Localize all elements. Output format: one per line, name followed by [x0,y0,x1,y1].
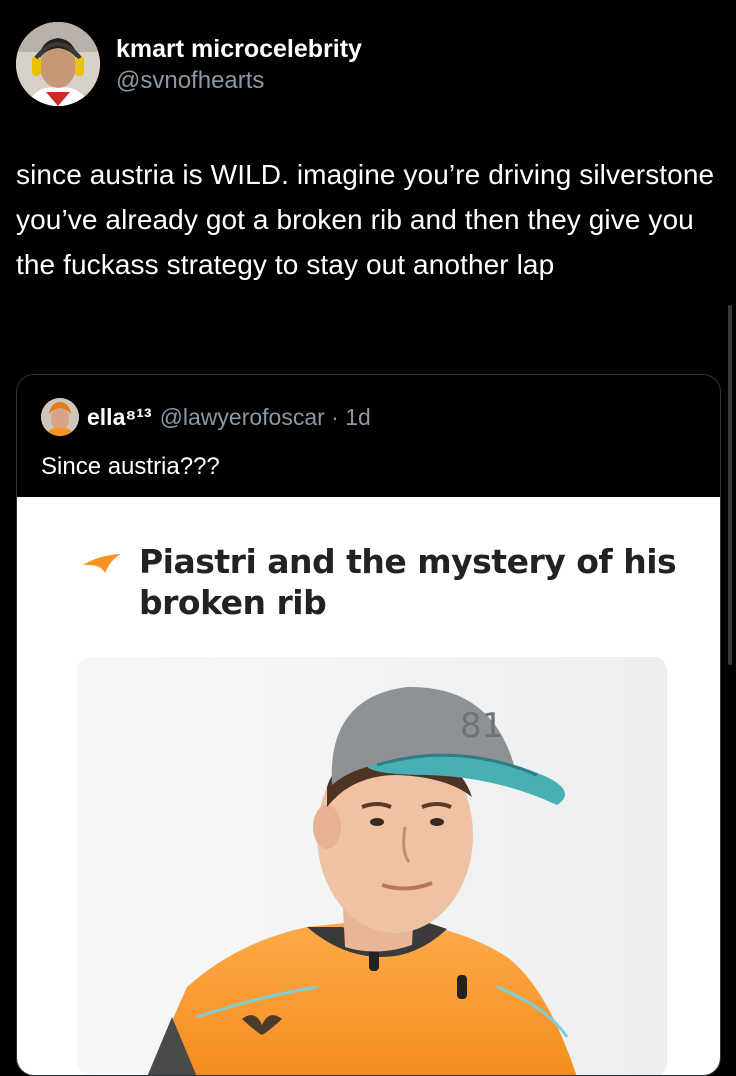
avatar-image [16,22,100,106]
scrollbar[interactable] [728,305,732,665]
quoted-avatar[interactable] [41,398,79,436]
quoted-avatar-image [41,398,79,436]
driver-photo: 81 [77,657,667,1075]
author-display-name[interactable]: kmart microcelebrity [116,34,362,64]
avatar[interactable] [16,22,100,106]
tweet-author[interactable]: kmart microcelebrity @svnofhearts [16,22,362,110]
cap-number: 81 [460,706,503,746]
article-headline: Piastri and the mystery of his broken ri… [139,542,677,622]
quoted-tweet[interactable]: ella⁸¹³ @lawyerofoscar · 1d Since austri… [16,374,721,1076]
quoted-tweet-text: Since austria??? [41,453,220,480]
tweet: kmart microcelebrity @svnofhearts since … [0,0,736,1076]
driver-photo-image: 81 [77,657,667,1075]
mclaren-swoosh-icon [83,554,121,573]
quoted-display-name[interactable]: ella⁸¹³ [87,404,152,431]
author-handle[interactable]: @svnofhearts [116,66,362,96]
quoted-handle-time[interactable]: @lawyerofoscar · 1d [160,404,371,431]
quoted-tweet-header: ella⁸¹³ @lawyerofoscar · 1d [41,397,371,437]
tweet-text: since austria is WILD. imagine you’re dr… [16,159,715,280]
quoted-article-image[interactable]: Piastri and the mystery of his broken ri… [17,497,720,1075]
